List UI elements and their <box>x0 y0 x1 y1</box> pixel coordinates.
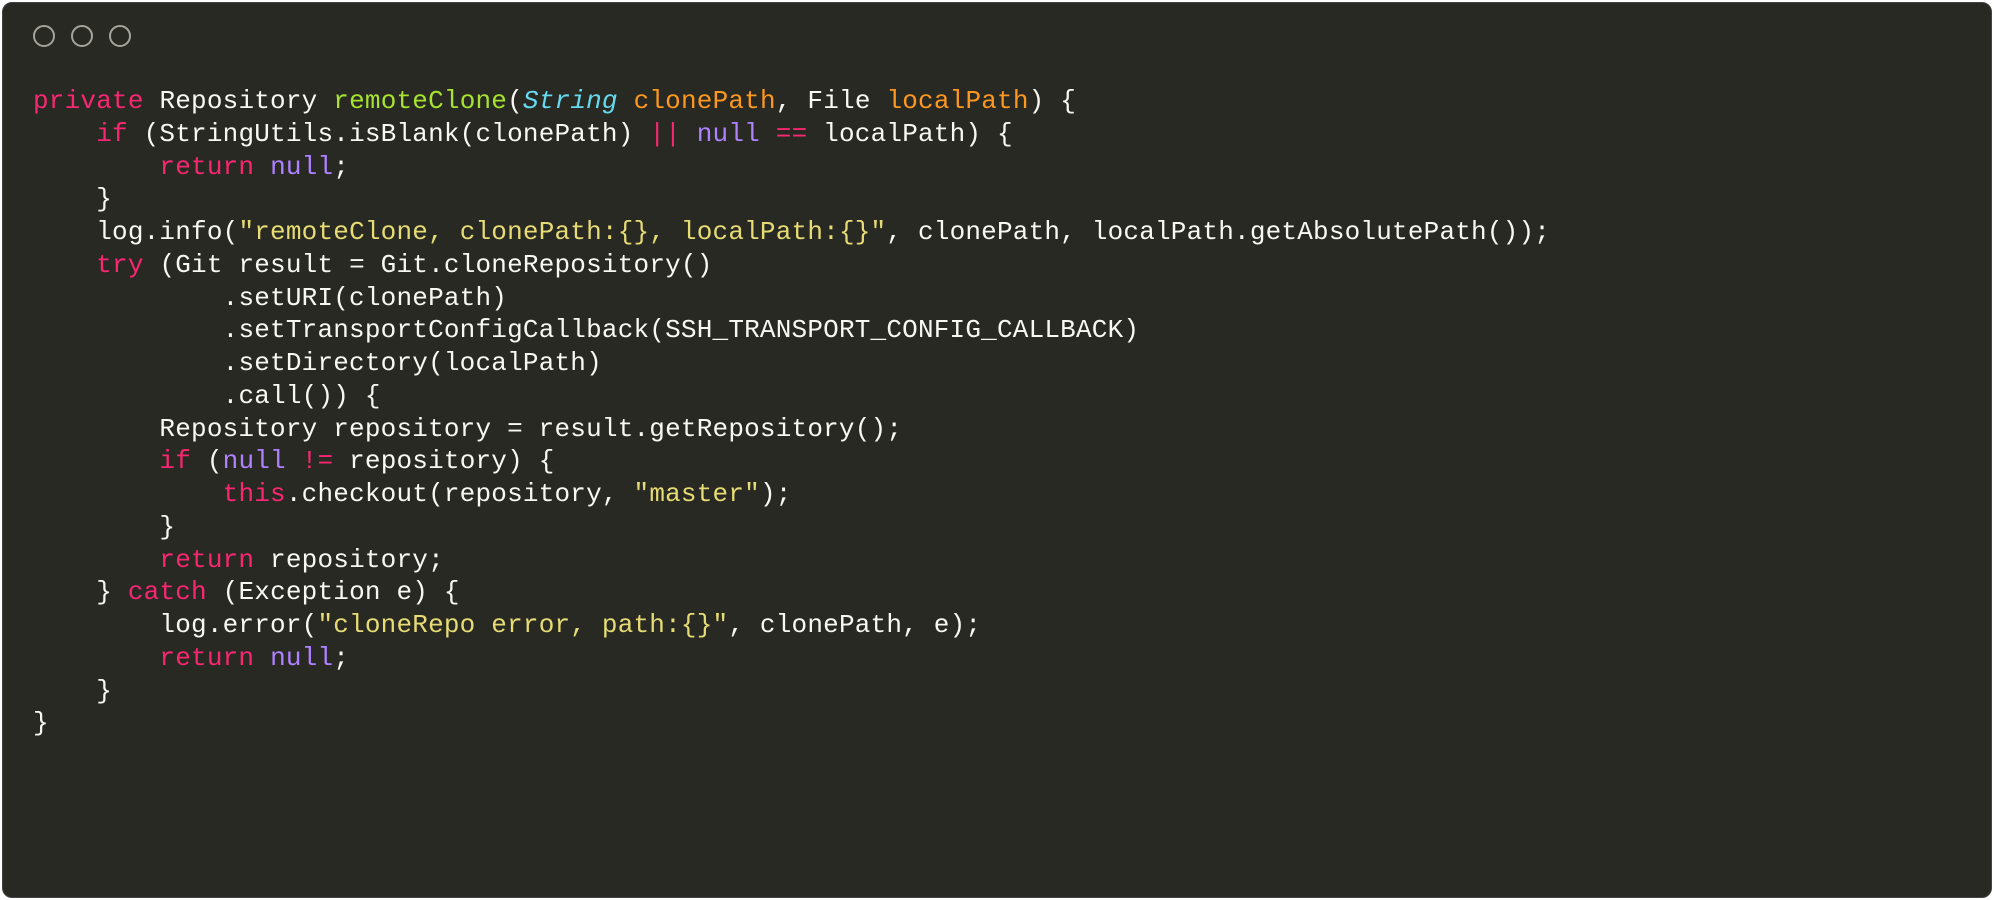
code-line-14: } <box>33 512 175 542</box>
code-block: private Repository remoteClone(String cl… <box>3 57 1991 774</box>
window-max-dot[interactable] <box>109 25 131 47</box>
code-line-1: private Repository remoteClone(String cl… <box>33 86 1076 116</box>
code-line-6: try (Git result = Git.cloneRepository() <box>33 250 713 280</box>
kw-null: null <box>270 152 333 182</box>
window-controls <box>3 3 1991 57</box>
code-line-15: return repository; <box>33 545 444 575</box>
code-line-2: if (StringUtils.isBlank(clonePath) || nu… <box>33 119 1013 149</box>
code-line-9: .setDirectory(localPath) <box>33 348 602 378</box>
code-line-4: } <box>33 184 112 214</box>
kw-null: null <box>223 446 286 476</box>
param-localpath: localPath <box>886 86 1028 116</box>
code-line-8: .setTransportConfigCallback(SSH_TRANSPOR… <box>33 315 1139 345</box>
code-window: private Repository remoteClone(String cl… <box>2 2 1992 898</box>
kw-return: return <box>159 643 254 673</box>
code-line-12: if (null != repository) { <box>33 446 555 476</box>
kw-this: this <box>223 479 286 509</box>
code-line-18: return null; <box>33 643 349 673</box>
kw-return: return <box>159 545 254 575</box>
method-name: remoteClone <box>333 86 507 116</box>
kw-return: return <box>159 152 254 182</box>
kw-null: null <box>697 119 760 149</box>
op-ne: != <box>302 446 334 476</box>
code-line-3: return null; <box>33 152 349 182</box>
kw-try: try <box>96 250 143 280</box>
op-or: || <box>649 119 681 149</box>
code-line-20: } <box>33 708 49 738</box>
code-line-7: .setURI(clonePath) <box>33 283 507 313</box>
op-eq: == <box>776 119 808 149</box>
code-line-13: this.checkout(repository, "master"); <box>33 479 792 509</box>
type-repository: Repository <box>159 86 317 116</box>
type-file: File <box>807 86 870 116</box>
string-literal: "remoteClone, clonePath:{}, localPath:{}… <box>238 217 886 247</box>
code-line-5: log.info("remoteClone, clonePath:{}, loc… <box>33 217 1550 247</box>
code-line-16: } catch (Exception e) { <box>33 577 460 607</box>
param-clonepath: clonePath <box>634 86 776 116</box>
window-close-dot[interactable] <box>33 25 55 47</box>
kw-private: private <box>33 86 144 116</box>
code-line-10: .call()) { <box>33 381 381 411</box>
window-min-dot[interactable] <box>71 25 93 47</box>
kw-null: null <box>270 643 333 673</box>
code-line-11: Repository repository = result.getReposi… <box>33 414 902 444</box>
kw-if: if <box>159 446 191 476</box>
code-line-19: } <box>33 676 112 706</box>
string-literal: "cloneRepo error, path:{}" <box>317 610 728 640</box>
code-line-17: log.error("cloneRepo error, path:{}", cl… <box>33 610 981 640</box>
kw-catch: catch <box>128 577 207 607</box>
type-string: String <box>523 86 618 116</box>
kw-if: if <box>96 119 128 149</box>
string-literal: "master" <box>634 479 760 509</box>
